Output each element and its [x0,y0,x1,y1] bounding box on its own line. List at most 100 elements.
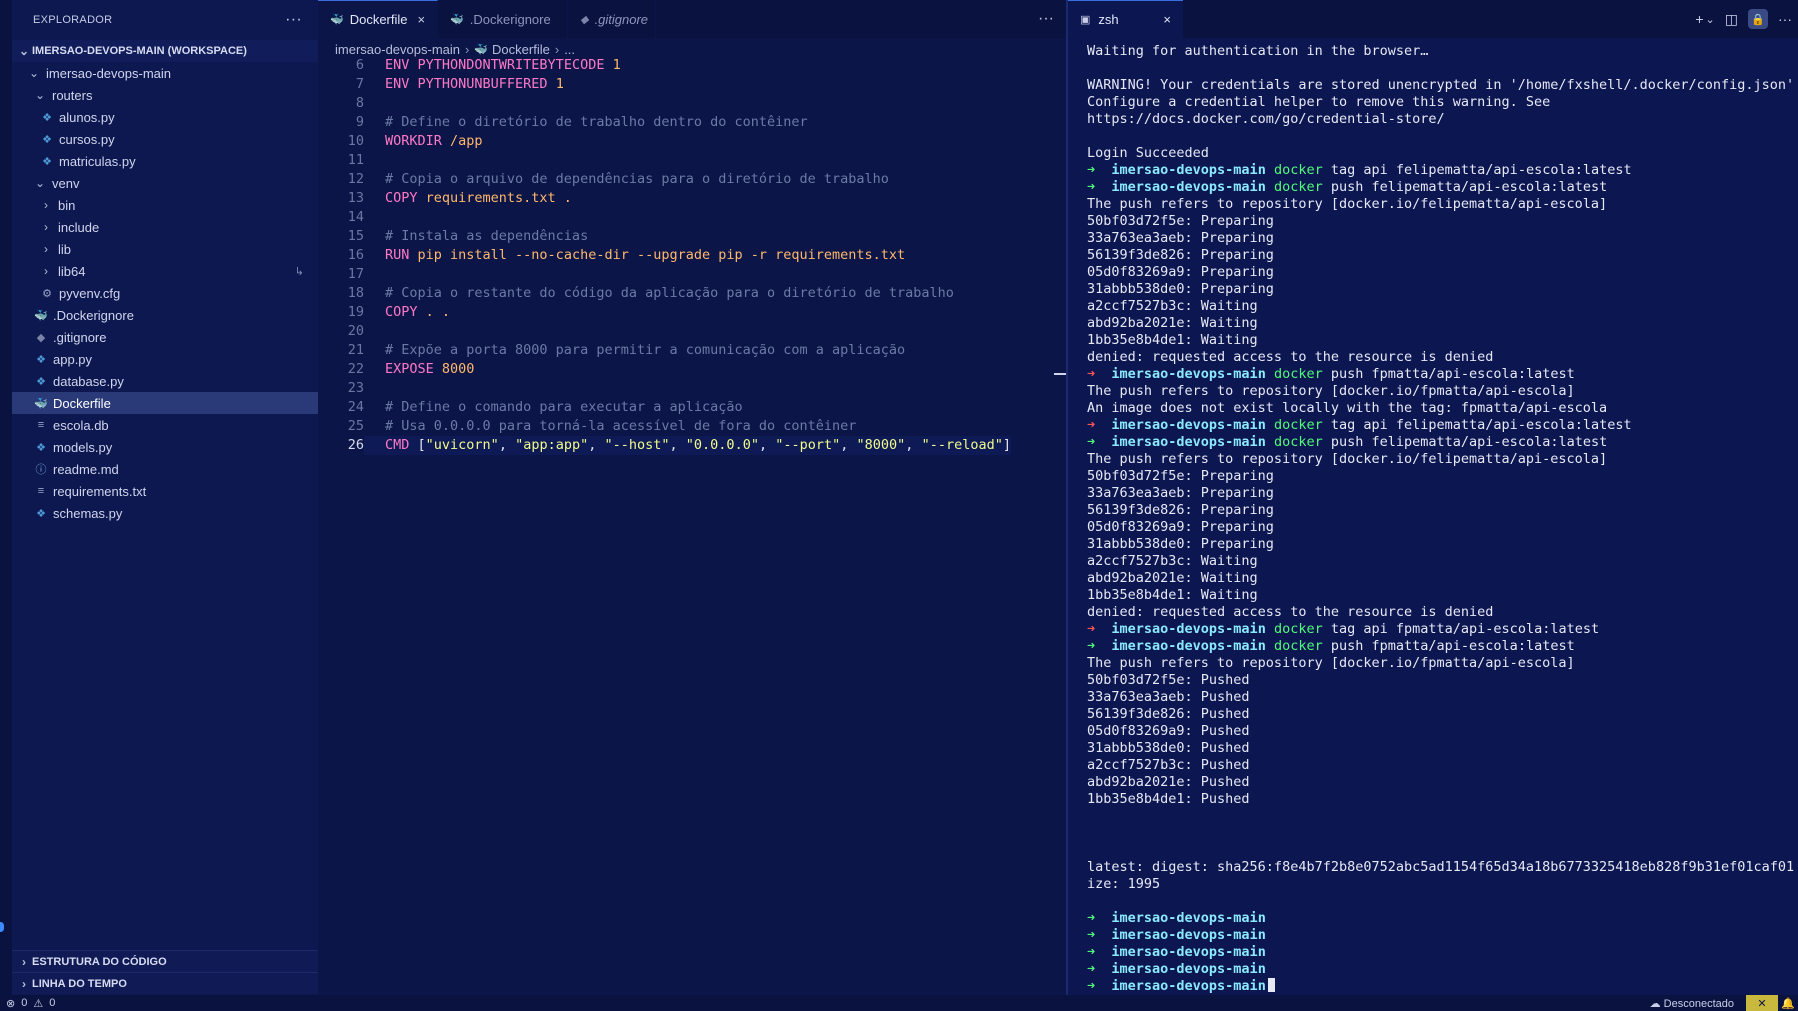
connection-status[interactable]: ☁ Desconectado [1642,997,1746,1010]
tree-item-label: database.py [53,373,124,389]
terminal-line: The push refers to repository [docker.io… [1087,451,1608,467]
more-icon[interactable]: ··· [1778,11,1792,27]
code-token: # Copia o restante do código da aplicaçã… [385,285,954,301]
editor-area: 🐳 Dockerfile × 🐳 .Dockerignore ◆ .gitign… [318,0,1068,995]
line-number: 17 [347,266,364,282]
tree-item[interactable]: ❖ models.py [12,436,318,458]
tree-item[interactable]: › lib [12,238,318,260]
tree-item[interactable]: › lib64 ↳ [12,260,318,282]
code-token: ] [1002,437,1011,453]
tree-item[interactable]: ❖ app.py [12,348,318,370]
remote-icon[interactable]: ✕ [1746,995,1778,1011]
code-token: # Usa 0.0.0.0 para torná-la acessível de… [385,418,857,434]
tree-item-label: venv [52,175,80,191]
code-text: RUN pip install --no-cache-dir --upgrade… [364,246,905,265]
breadcrumb-rest[interactable]: ... [564,42,575,57]
tree-item-label: alunos.py [59,109,115,125]
tree-item[interactable]: ⌄ imersao-devops-main [12,62,318,84]
code-line: 10 WORKDIR /app [318,132,1068,151]
split-icon[interactable]: ◫ [1725,11,1738,28]
code-token: pip install --no-cache-dir --upgrade pip… [417,247,906,263]
tree-item[interactable]: ❖ alunos.py [12,106,318,128]
code-token: # Define o diretório de trabalho dentro … [385,114,808,130]
close-icon[interactable]: × [418,12,426,27]
outline-section[interactable]: › ESTRUTURA DO CÓDIGO [12,950,318,972]
timeline-section[interactable]: › LINHA DO TEMPO [12,972,318,994]
chevron-right-icon: › [44,220,48,234]
tree-item[interactable]: 🐳 .Dockerignore [12,304,318,326]
tree-item[interactable]: ≡ requirements.txt [12,480,318,502]
code-text: COPY . . [364,303,450,322]
bell-icon[interactable]: 🔔 [1778,997,1798,1010]
chevron-down-icon[interactable]: ⌄ [1706,13,1715,26]
terminal-line: ➜ imersao-devops-main docker push felipe… [1087,179,1794,196]
tab-gitignore[interactable]: ◆ .gitignore [568,0,657,38]
tab-dockerignore[interactable]: 🐳 .Dockerignore [438,0,569,38]
code-text: WORKDIR /app [364,132,483,151]
tree-item[interactable]: ❖ cursos.py [12,128,318,150]
prompt-dir: imersao-devops-main [1111,910,1266,926]
terminal-line: a2ccf7527b3c: Pushed [1087,757,1250,773]
terminal-line: 1bb35e8b4de1: Pushed [1087,791,1250,807]
chevron-right-icon: › [22,954,26,969]
prompt-arrow-icon: ➜ [1087,621,1112,637]
prompt-args: tag api fpmatta/api-escola:latest [1322,621,1600,637]
terminal-line: ➜ imersao-devops-main [1087,978,1794,995]
tree-item[interactable]: ❖ database.py [12,370,318,392]
add-icon[interactable]: + [1695,11,1703,27]
docker-icon: 🐳 [330,14,344,26]
code-line: 20 [318,322,1068,341]
tab-terminal-zsh[interactable]: ▣ zsh × [1068,0,1183,38]
breadcrumb-file[interactable]: Dockerfile [492,42,550,57]
tree-item-label: matriculas.py [59,153,136,169]
tree-item[interactable]: › include [12,216,318,238]
tree-item[interactable]: ≡ escola.db [12,414,318,436]
terminal-output[interactable]: Waiting for authentication in the browse… [1087,43,1794,995]
code-token: CMD [385,437,418,453]
tree-item[interactable]: ◆ .gitignore [12,326,318,348]
tree-item[interactable]: ⌄ venv [12,172,318,194]
tree-item-label: readme.md [53,461,119,477]
code-token: , [905,437,922,453]
code-token: 1 [612,57,621,73]
prompt-dir: imersao-devops-main [1111,179,1266,195]
tree-item[interactable]: › bin [12,194,318,216]
tree-item-label: app.py [53,351,93,367]
chevron-right-icon: › [465,41,470,57]
tab-dockerfile[interactable]: 🐳 Dockerfile × [318,0,439,38]
terminal-line: 1bb35e8b4de1: Waiting [1087,332,1258,348]
terminal-line: a2ccf7527b3c: Waiting [1087,298,1258,314]
tree-item[interactable]: ❖ schemas.py [12,502,318,524]
explorer-more-icon[interactable]: ··· [285,11,302,29]
terminal-line: Login Succeeded [1087,145,1209,161]
close-icon[interactable]: × [1163,12,1171,27]
line-number: 18 [347,285,364,301]
code-token: , [840,437,857,453]
tree-item[interactable]: ⓘ readme.md [12,458,318,480]
prompt-dir: imersao-devops-main [1111,927,1266,943]
prompt-arrow-icon: ➜ [1087,927,1112,943]
tree-item[interactable]: ⚙ pyvenv.cfg [12,282,318,304]
code-text: EXPOSE 8000 [364,360,474,379]
tree-item[interactable]: ⌄ routers [12,84,318,106]
code-text: COPY requirements.txt . [364,189,572,208]
terminal-line: 31abbb538de0: Pushed [1087,740,1250,756]
terminal-line: a2ccf7527b3c: Waiting [1087,553,1258,569]
text-file-icon: ≡ [37,419,45,431]
workspace-header[interactable]: ⌄ IMERSAO-DEVOPS-MAIN (WORKSPACE) [12,40,318,62]
breadcrumb-folder[interactable]: imersao-devops-main [335,42,460,57]
prompt-dir: imersao-devops-main [1111,417,1266,433]
terminal-line: ➜ imersao-devops-main docker tag api fel… [1087,417,1794,434]
lock-icon[interactable]: 🔒 [1748,9,1768,29]
prompt-args: tag api felipematta/api-escola:latest [1322,417,1632,433]
terminal-panel: ▣ zsh × + ⌄ ◫ 🔒 ··· Waiting for authenti… [1068,0,1798,995]
problems-indicator[interactable]: ⊗ 0 ⚠ 0 [0,997,55,1010]
tree-item-label: pyvenv.cfg [59,285,121,301]
tree-item[interactable]: 🐳 Dockerfile [12,392,318,414]
tree-item[interactable]: ❖ matriculas.py [12,150,318,172]
code-token: "0.0.0.0" [685,437,759,453]
code-editor[interactable]: 6 ENV PYTHONDONTWRITEBYTECODE 1 7 ENV PYTHO… [318,56,1068,455]
editor-more-icon[interactable]: ··· [1038,10,1054,28]
